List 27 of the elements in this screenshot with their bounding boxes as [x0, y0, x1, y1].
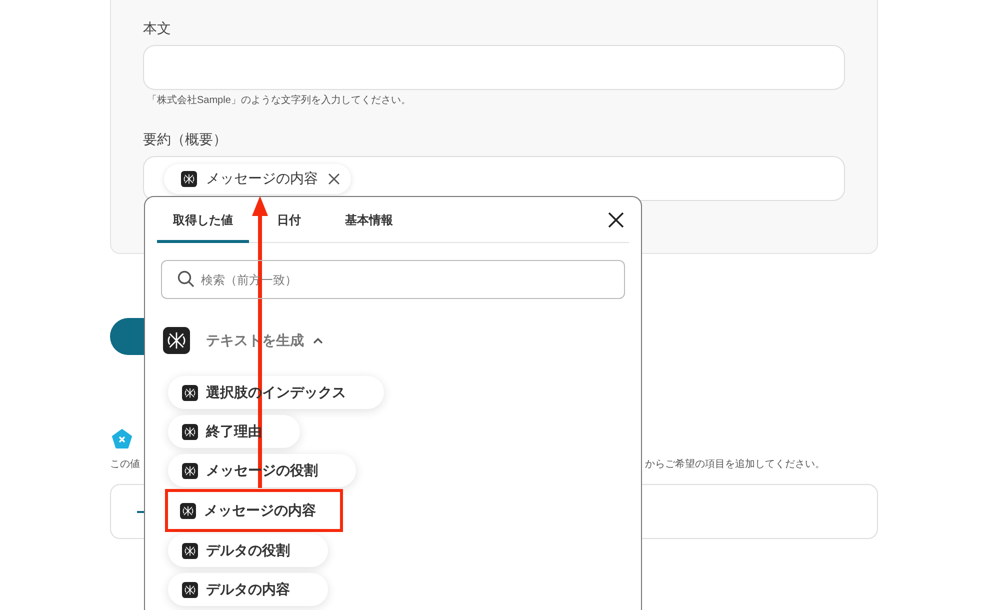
app-icon — [182, 462, 198, 478]
tab[interactable]: 取得した値 — [157, 212, 249, 243]
remove-icon[interactable] — [327, 172, 341, 186]
list-item[interactable]: デルタの役割 — [168, 534, 328, 567]
input-field[interactable]: メッセージの内容 — [143, 156, 845, 201]
badge-icon — [112, 429, 132, 449]
list-item[interactable]: メッセージの内容 — [165, 489, 343, 532]
tab[interactable]: 基本情報 — [329, 212, 409, 243]
field-label: 本文 — [143, 20, 172, 38]
close-icon[interactable] — [607, 211, 625, 229]
app-icon — [182, 542, 198, 558]
app-icon — [182, 582, 198, 598]
field-label: 要約（概要） — [143, 131, 228, 149]
chip-label: メッセージの内容 — [206, 170, 318, 188]
list-item[interactable]: デルタの内容 — [168, 573, 328, 606]
app-icon — [163, 327, 190, 354]
search-icon — [177, 270, 195, 288]
app-icon — [182, 384, 198, 400]
app-icon — [181, 170, 197, 186]
note-text: この値 — [110, 458, 140, 471]
value-chip[interactable]: メッセージの内容 — [164, 164, 351, 194]
app-icon — [180, 502, 196, 518]
tab[interactable]: 日付 — [261, 212, 317, 243]
group-title[interactable]: テキストを生成 — [206, 332, 304, 350]
field-hint: 「株式会社Sample」のような文字列を入力してください。 — [147, 94, 412, 107]
note-text: からご希望の項目を追加してください。 — [645, 458, 825, 471]
app-icon — [182, 424, 198, 440]
